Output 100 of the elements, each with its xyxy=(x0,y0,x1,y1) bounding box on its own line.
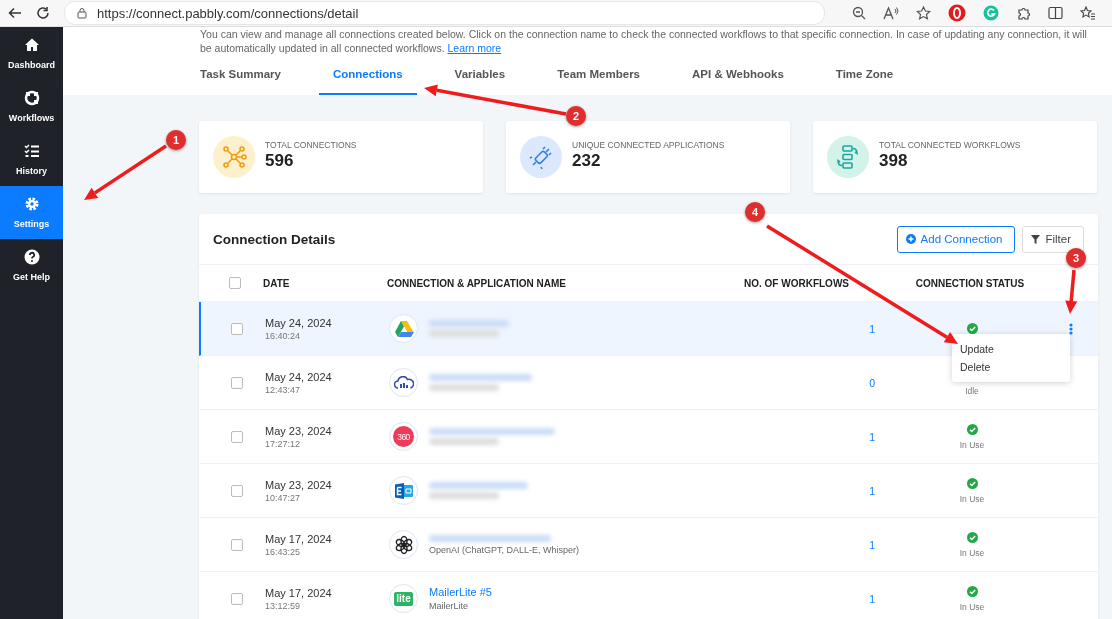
sidebar-item[interactable]: Workflows xyxy=(0,80,63,133)
column-header: CONNECTION & APPLICATION NAME xyxy=(387,277,566,289)
app-logo xyxy=(389,368,418,397)
sidebar-item[interactable]: Settings xyxy=(0,186,63,239)
blurred-text xyxy=(429,330,499,337)
date-text: May 23, 2024 xyxy=(265,424,333,437)
tab[interactable]: Connections xyxy=(318,62,417,95)
workflow-count[interactable]: 1 xyxy=(763,538,877,551)
section-title: Connection Details xyxy=(213,231,336,247)
network-icon xyxy=(220,143,248,171)
table-row[interactable]: May 23, 2024 10:47:27 1 In Use xyxy=(199,464,1098,518)
tab[interactable]: Task Summary xyxy=(186,62,295,95)
blurred-text xyxy=(429,492,499,499)
plug-icon xyxy=(527,143,555,171)
time-text: 12:43:47 xyxy=(265,384,302,395)
checkbox[interactable] xyxy=(231,430,243,443)
checkbox[interactable] xyxy=(231,592,243,605)
stat-value: 398 xyxy=(879,151,909,171)
date-text: May 23, 2024 xyxy=(265,478,333,491)
blurred-text xyxy=(429,384,499,391)
reload-icon[interactable] xyxy=(36,6,50,20)
step-badge: 1 xyxy=(166,130,186,150)
tab[interactable]: Time Zone xyxy=(821,62,908,95)
stat-value: 596 xyxy=(265,151,295,171)
filter-button[interactable]: Filter xyxy=(1022,225,1084,253)
lock-icon xyxy=(77,7,87,19)
app-logo xyxy=(389,530,418,559)
checkbox[interactable] xyxy=(231,484,243,497)
table-row[interactable]: May 17, 2024 16:43:25 OpenAI (ChatGPT, DALL-E, Whisper) 1 In Use xyxy=(199,518,1098,572)
add-connection-button[interactable]: Add Connection xyxy=(896,225,1016,253)
tab[interactable]: Variables xyxy=(440,62,520,95)
connection-link[interactable]: MailerLite #5 xyxy=(429,586,763,598)
checklist-icon xyxy=(23,143,40,159)
app-name: MailerLite xyxy=(429,601,469,611)
learn-more-link[interactable]: Learn more xyxy=(447,42,502,54)
status-text: In Use xyxy=(959,493,985,504)
back-icon[interactable] xyxy=(8,6,22,20)
table-row[interactable]: May 17, 2024 13:12:59 lite MailerLite #5 MailerLite 1 In Use xyxy=(199,572,1098,619)
annotation-arrow xyxy=(1065,269,1078,314)
status-text: In Use xyxy=(959,601,985,612)
workflow-count[interactable]: 1 xyxy=(763,430,877,443)
address-bar[interactable]: https://connect.pabbly.com/connections/detail xyxy=(64,1,825,25)
logo-text: 360 xyxy=(393,426,414,447)
star-icon[interactable] xyxy=(916,6,931,20)
time-text: 16:43:25 xyxy=(265,546,302,557)
tab[interactable]: API & Webhooks xyxy=(678,62,798,95)
column-header: NO. OF WORKFLOWS xyxy=(744,277,849,289)
time-text: 17:27:12 xyxy=(265,438,302,449)
time-text: 13:12:59 xyxy=(265,600,302,611)
checkbox[interactable] xyxy=(231,322,243,335)
step-badge: 2 xyxy=(566,106,586,126)
date-text: May 17, 2024 xyxy=(265,532,333,545)
checkbox[interactable] xyxy=(231,538,243,551)
time-text: 10:47:27 xyxy=(265,492,302,503)
stat-label: TOTAL CONNECTIONS xyxy=(265,140,357,150)
time-text: 16:40:24 xyxy=(265,330,302,341)
column-header: DATE xyxy=(263,277,291,289)
settings-icon xyxy=(23,196,40,212)
app-logo xyxy=(389,476,418,505)
read-aloud-icon[interactable] xyxy=(883,6,899,20)
workflow-count[interactable]: 0 xyxy=(763,376,877,389)
app-logo xyxy=(389,314,418,343)
home-icon xyxy=(23,37,40,53)
stat-value: 232 xyxy=(572,151,602,171)
workflow-count[interactable]: 1 xyxy=(763,322,877,335)
checkbox[interactable] xyxy=(229,277,241,289)
extension-icon[interactable] xyxy=(948,4,966,22)
column-header: CONNECTION STATUS xyxy=(915,277,1025,289)
workflow-icon xyxy=(23,90,40,106)
workflow-count[interactable]: 1 xyxy=(763,484,877,497)
workflow-count[interactable]: 1 xyxy=(763,592,877,605)
date-text: May 17, 2024 xyxy=(265,586,333,599)
description-text: You can view and manage all connections created below. Click on the connection name to check the connected workflows to that specific connection. In case of updating any connection, it will be automatically updated in all connected workflows. Learn more xyxy=(200,27,1088,55)
zoom-out-icon[interactable] xyxy=(852,6,866,20)
puzzle-icon[interactable] xyxy=(1016,5,1031,21)
date-text: May 24, 2024 xyxy=(265,316,333,329)
table-row[interactable]: May 23, 2024 17:27:12 360 1 In Use xyxy=(199,410,1098,464)
tab[interactable]: Team Members xyxy=(543,62,654,95)
logo-text: lite xyxy=(394,591,413,606)
split-screen-icon[interactable] xyxy=(1048,6,1063,20)
status-text: In Use xyxy=(959,439,985,450)
app-name: OpenAI (ChatGPT, DALL-E, Whisper) xyxy=(429,544,581,555)
help-icon xyxy=(23,249,40,265)
checkbox[interactable] xyxy=(231,376,243,389)
step-badge: 4 xyxy=(745,202,765,222)
filter-icon xyxy=(1031,234,1041,244)
more-icon[interactable] xyxy=(1069,322,1073,335)
menu-item[interactable]: Delete xyxy=(952,358,1070,376)
stat-label: TOTAL CONNECTED WORKFLOWS xyxy=(879,140,1021,150)
status-text: Idle xyxy=(965,385,979,396)
sidebar-item[interactable]: Get Help xyxy=(0,239,63,292)
blurred-text xyxy=(429,438,499,445)
menu-item[interactable]: Update xyxy=(952,340,1070,358)
sidebar-item[interactable]: Dashboard xyxy=(0,27,63,80)
date-text: May 24, 2024 xyxy=(265,370,333,383)
stat-label: UNIQUE CONNECTED APPLICATIONS xyxy=(572,140,725,150)
status-text: In Use xyxy=(959,547,985,558)
sidebar-item[interactable]: History xyxy=(0,133,63,186)
plus-icon xyxy=(905,234,916,244)
favorites-icon[interactable] xyxy=(1080,6,1096,20)
